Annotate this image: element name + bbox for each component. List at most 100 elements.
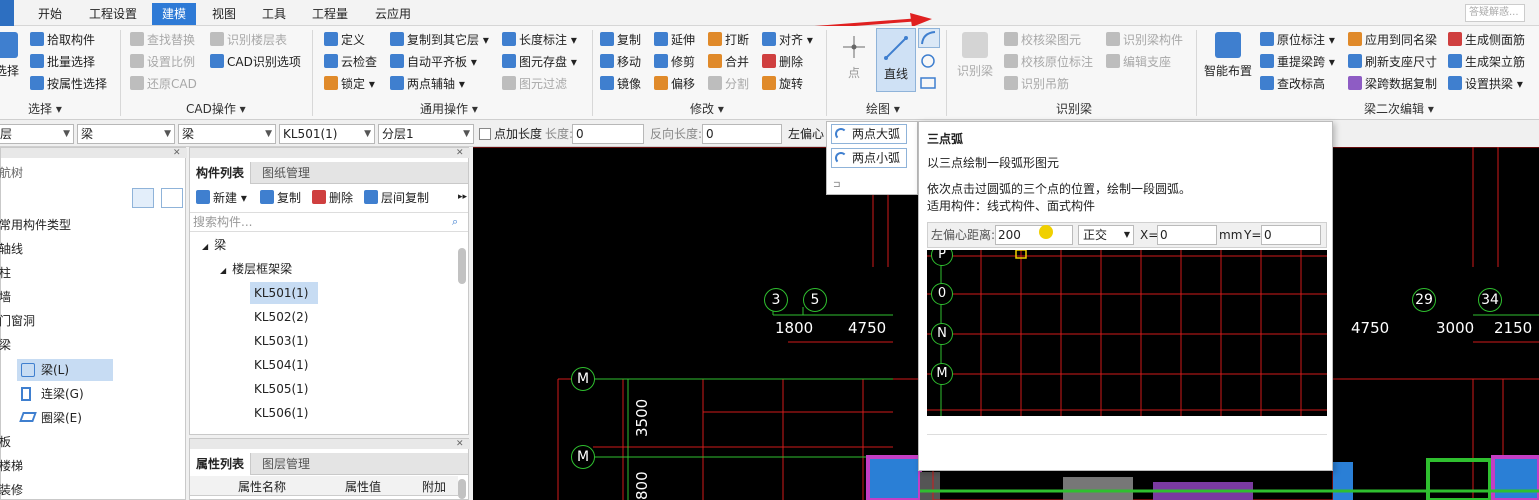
two-point-minor-arc-item[interactable]: 两点小弧 bbox=[831, 148, 907, 168]
in-situ-annotation-button[interactable]: 原位标注 ▾ bbox=[1260, 30, 1335, 50]
nav-item-ring-beam[interactable]: 圈梁(E) bbox=[17, 407, 82, 429]
delete-component-button[interactable]: 删除 bbox=[312, 188, 353, 208]
rectangle-button[interactable] bbox=[918, 74, 940, 94]
tab-view[interactable]: 视图 bbox=[212, 3, 236, 25]
length-input[interactable]: 0 bbox=[572, 124, 644, 144]
element-filter-button[interactable]: 图元过滤 bbox=[502, 74, 567, 94]
nav-item-axis[interactable]: 轴线 bbox=[0, 238, 23, 260]
pick-component-button[interactable]: 拾取构件 bbox=[30, 30, 95, 50]
component-item-kl504[interactable]: KL504(1) bbox=[254, 354, 308, 376]
group-label-cad[interactable]: CAD操作 ▾ bbox=[186, 100, 246, 118]
close-icon[interactable]: ✕ bbox=[173, 148, 181, 158]
component-name-select[interactable]: KL501(1) ▼ bbox=[279, 124, 375, 144]
identify-beam-button[interactable]: 识别梁 bbox=[952, 32, 998, 79]
more-icon[interactable]: ▸▸ bbox=[458, 192, 467, 202]
scrollbar-thumb[interactable] bbox=[458, 479, 466, 499]
align-button[interactable]: 对齐 ▾ bbox=[762, 30, 813, 50]
tab-tools[interactable]: 工具 bbox=[262, 3, 286, 25]
component-item-kl503[interactable]: KL503(1) bbox=[254, 330, 308, 352]
tab-cloud[interactable]: 云应用 bbox=[375, 3, 411, 25]
re-extract-span-button[interactable]: 重提梁跨 ▾ bbox=[1260, 52, 1335, 72]
offset-button[interactable]: 偏移 bbox=[654, 74, 695, 94]
nav-item-wall[interactable]: 墙 bbox=[0, 286, 11, 308]
grid-view-icon[interactable] bbox=[161, 188, 183, 208]
restore-cad-button[interactable]: 还原CAD bbox=[130, 74, 197, 94]
nav-item-common-types[interactable]: 常用构件类型 bbox=[0, 214, 71, 236]
generate-side-bar-button[interactable]: 生成侧面筋 bbox=[1448, 30, 1525, 50]
component-item-kl501[interactable]: KL501(1) bbox=[250, 282, 318, 304]
nav-item-decoration[interactable]: 装修 bbox=[0, 479, 23, 500]
reverse-length-input[interactable]: 0 bbox=[702, 124, 782, 144]
help-search-input[interactable]: 答疑解惑... bbox=[1465, 4, 1525, 22]
group-label-beam-edit[interactable]: 梁二次编辑 ▾ bbox=[1364, 100, 1434, 118]
app-logo-icon[interactable] bbox=[0, 0, 14, 26]
tab-modeling[interactable]: 建模 bbox=[152, 3, 197, 25]
extend-button[interactable]: 延伸 bbox=[654, 30, 695, 50]
trim-button[interactable]: 修剪 bbox=[654, 52, 695, 72]
tree-group-frame-beam[interactable]: ◢ 楼层框架梁 bbox=[220, 258, 292, 280]
auto-align-slab-button[interactable]: 自动平齐板 ▾ bbox=[390, 52, 477, 72]
component-item-kl502[interactable]: KL502(2) bbox=[254, 306, 308, 328]
three-point-arc-button[interactable] bbox=[918, 28, 940, 48]
check-beam-element-button[interactable]: 校核梁图元 bbox=[1004, 30, 1081, 50]
identify-floor-table-button[interactable]: 识别楼层表 bbox=[210, 30, 287, 50]
apply-same-name-beam-button[interactable]: 应用到同名梁 bbox=[1348, 30, 1437, 50]
close-icon[interactable]: ✕ bbox=[456, 148, 464, 158]
delete-button[interactable]: 删除 bbox=[762, 52, 803, 72]
select-by-attr-button[interactable]: 按属性选择 bbox=[30, 74, 107, 94]
move-button[interactable]: 移动 bbox=[600, 52, 641, 72]
close-icon[interactable]: ✕ bbox=[456, 439, 464, 449]
copy-to-other-layer-button[interactable]: 复制到其它层 ▾ bbox=[390, 30, 489, 50]
group-label-modify[interactable]: 修改 ▾ bbox=[690, 100, 724, 118]
tab-start[interactable]: 开始 bbox=[38, 3, 62, 25]
two-point-major-arc-item[interactable]: 两点大弧 bbox=[831, 124, 907, 144]
rotate-button[interactable]: 旋转 bbox=[762, 74, 803, 94]
identify-hanger-button[interactable]: 识别吊筋 bbox=[1004, 74, 1069, 94]
component-subtype-select[interactable]: 梁 ▼ bbox=[178, 124, 276, 144]
merge-button[interactable]: 合并 bbox=[708, 52, 749, 72]
set-scale-button[interactable]: 设置比例 bbox=[130, 52, 195, 72]
tab-attribute-list[interactable]: 属性列表 bbox=[190, 453, 252, 475]
nav-item-slab[interactable]: 板 bbox=[0, 431, 11, 453]
nav-item-beam-l[interactable]: 梁(L) bbox=[17, 359, 113, 381]
component-item-kl506[interactable]: KL506(1) bbox=[254, 402, 308, 424]
circle-button[interactable] bbox=[918, 52, 940, 72]
group-label-select[interactable]: 选择 ▾ bbox=[28, 100, 62, 118]
mirror-button[interactable]: 镜像 bbox=[600, 74, 641, 94]
select-big-button[interactable]: 选择 bbox=[0, 32, 22, 79]
point-length-checkbox[interactable] bbox=[479, 128, 491, 140]
sublayer-select[interactable]: 分层1 ▼ bbox=[378, 124, 474, 144]
nav-item-door-window[interactable]: 门窗洞 bbox=[0, 310, 35, 332]
lock-button[interactable]: 锁定 ▾ bbox=[324, 74, 375, 94]
generate-erection-bar-button[interactable]: 生成架立筋 bbox=[1448, 52, 1525, 72]
layer-select[interactable]: 层 ▼ bbox=[0, 124, 74, 144]
nav-item-column[interactable]: 柱 bbox=[0, 262, 11, 284]
define-button[interactable]: 定义 bbox=[324, 30, 365, 50]
break-button[interactable]: 打断 bbox=[708, 30, 749, 50]
check-elevation-button[interactable]: 查改标高 bbox=[1260, 74, 1325, 94]
draw-line-button[interactable]: 直线 bbox=[876, 28, 916, 92]
copy-button[interactable]: 复制 bbox=[600, 30, 641, 50]
find-replace-button[interactable]: 查找替换 bbox=[130, 30, 195, 50]
group-label-draw[interactable]: 绘图 ▾ bbox=[866, 100, 900, 118]
group-label-common[interactable]: 通用操作 ▾ bbox=[420, 100, 478, 118]
refresh-support-size-button[interactable]: 刷新支座尺寸 bbox=[1348, 52, 1437, 72]
pin-icon[interactable]: ⊐ bbox=[833, 180, 841, 190]
set-arch-beam-button[interactable]: 设置拱梁 ▾ bbox=[1448, 74, 1523, 94]
list-view-icon[interactable] bbox=[132, 188, 154, 208]
copy-span-data-button[interactable]: 梁跨数据复制 bbox=[1348, 74, 1437, 94]
component-type-select[interactable]: 梁 ▼ bbox=[77, 124, 175, 144]
nav-item-beam[interactable]: 梁 bbox=[0, 334, 11, 356]
nav-item-link-beam[interactable]: 连梁(G) bbox=[17, 383, 84, 405]
tab-project-settings[interactable]: 工程设置 bbox=[89, 3, 137, 25]
component-search-input[interactable]: 搜索构件... bbox=[190, 212, 468, 232]
tab-component-list[interactable]: 构件列表 bbox=[190, 162, 252, 184]
edit-support-button[interactable]: 编辑支座 bbox=[1106, 52, 1171, 72]
element-save-button[interactable]: 图元存盘 ▾ bbox=[502, 52, 577, 72]
tree-root-beam[interactable]: ◢ 梁 bbox=[202, 234, 226, 256]
cloud-check-button[interactable]: 云检查 bbox=[324, 52, 377, 72]
component-item-kl505[interactable]: KL505(1) bbox=[254, 378, 308, 400]
draw-point-button[interactable]: 点 bbox=[836, 34, 872, 81]
scrollbar-thumb[interactable] bbox=[458, 248, 466, 284]
two-point-aux-axis-button[interactable]: 两点辅轴 ▾ bbox=[390, 74, 465, 94]
